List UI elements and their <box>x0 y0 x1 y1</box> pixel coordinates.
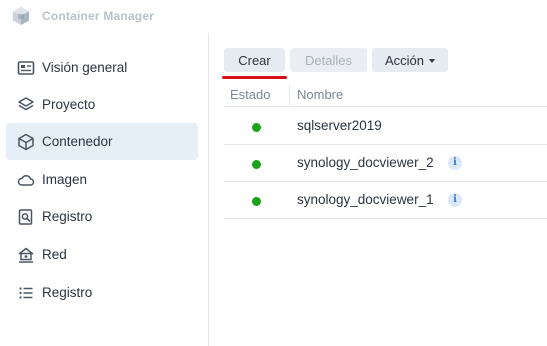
table-row[interactable]: synology_docviewer_1 i <box>224 182 547 219</box>
info-icon[interactable]: i <box>448 156 462 170</box>
action-dropdown-button[interactable]: Acción <box>372 48 448 72</box>
container-name: synology_docviewer_2 <box>297 155 434 170</box>
sidebar-item-registro-log[interactable]: Registro <box>6 274 198 311</box>
log-list-icon <box>19 287 33 299</box>
container-name: synology_docviewer_1 <box>297 192 434 207</box>
title-bar: Container Manager <box>0 0 547 33</box>
sidebar-item-label: Imagen <box>42 172 88 187</box>
image-cloud-icon <box>17 174 35 186</box>
main-panel: Crear Detalles Acción Estado Nombre sqls… <box>210 33 547 346</box>
container-cube-icon <box>18 133 34 151</box>
sidebar-item-label: Registro <box>42 209 93 224</box>
info-icon[interactable]: i <box>448 193 462 207</box>
sidebar-item-label: Proyecto <box>42 97 96 112</box>
container-name: sqlserver2019 <box>297 118 382 133</box>
table-row[interactable]: synology_docviewer_2 i <box>224 145 547 182</box>
status-running-icon <box>252 197 261 206</box>
sidebar-item-label: Contenedor <box>42 134 113 149</box>
sidebar: Visión general Proyecto Contenedor Image… <box>0 33 209 346</box>
sidebar-item-proyecto[interactable]: Proyecto <box>6 86 198 123</box>
sidebar-item-imagen[interactable]: Imagen <box>6 161 198 198</box>
column-divider[interactable] <box>289 85 290 105</box>
sidebar-item-label: Visión general <box>42 60 128 75</box>
table-header: Estado Nombre <box>224 81 547 107</box>
status-running-icon <box>252 160 261 169</box>
details-button[interactable]: Detalles <box>290 48 367 72</box>
sidebar-item-label: Red <box>42 247 67 262</box>
status-running-icon <box>252 123 261 132</box>
app-title: Container Manager <box>42 9 155 23</box>
table-row[interactable]: sqlserver2019 <box>224 108 547 145</box>
registry-search-icon <box>18 209 33 225</box>
action-label: Acción <box>384 52 425 68</box>
sidebar-item-registro[interactable]: Registro <box>6 198 198 235</box>
sidebar-item-vision-general[interactable]: Visión general <box>6 49 198 86</box>
container-manager-logo-icon <box>13 7 29 25</box>
highlight-underline <box>222 76 287 79</box>
overview-icon <box>17 61 35 75</box>
column-header-estado[interactable]: Estado <box>230 87 270 102</box>
sidebar-item-contenedor[interactable]: Contenedor <box>6 123 198 160</box>
column-header-nombre[interactable]: Nombre <box>297 87 343 102</box>
project-layers-icon <box>18 97 34 111</box>
sidebar-item-red[interactable]: Red <box>6 236 198 273</box>
sidebar-item-label: Registro <box>42 285 93 300</box>
network-icon <box>18 247 34 263</box>
caret-down-icon <box>429 58 436 63</box>
create-button[interactable]: Crear <box>224 48 285 72</box>
